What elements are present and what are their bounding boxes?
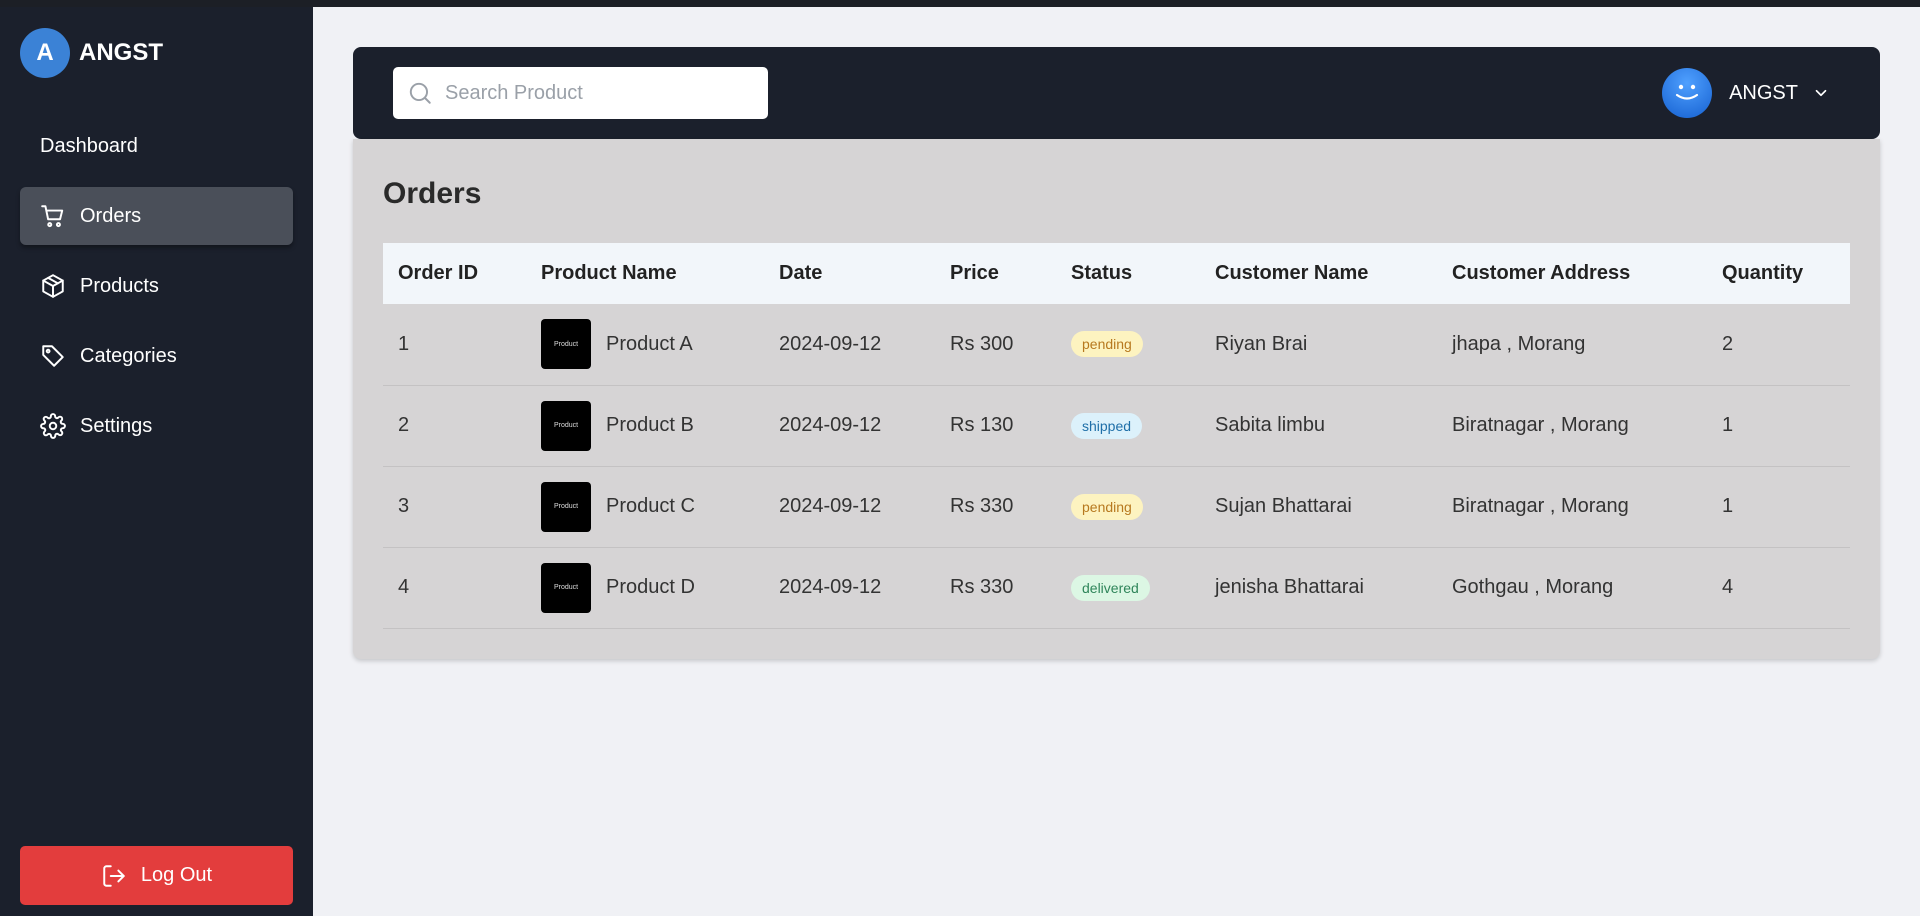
column-header[interactable]: Price xyxy=(935,243,1056,304)
customer-address: Biratnagar , Morang xyxy=(1452,495,1629,517)
product-cell: Product Product A xyxy=(526,304,764,385)
column-header[interactable]: Product Name xyxy=(526,243,764,304)
status-cell: shipped xyxy=(1056,385,1200,466)
top-bar: ANGST xyxy=(353,47,1880,139)
search-input[interactable] xyxy=(443,80,757,106)
order-price: Rs 300 xyxy=(950,332,1014,355)
smiley-face-icon xyxy=(1675,84,1699,100)
customer-address: Gothgau , Morang xyxy=(1452,576,1614,598)
customer-address: jhapa , Morang xyxy=(1452,332,1586,355)
sidebar-item-label: Settings xyxy=(80,414,153,437)
order-price: Rs 130 xyxy=(950,414,1014,436)
order-price: Rs 330 xyxy=(950,576,1014,598)
sidebar-item-label: Products xyxy=(80,274,159,297)
cart-icon xyxy=(41,205,64,228)
table-row[interactable]: 3 Product Product C 2024-09-12 Rs 330 pe… xyxy=(383,466,1850,547)
order-quantity: 1 xyxy=(1722,414,1734,436)
brand[interactable]: A ANGST xyxy=(20,28,163,78)
customer-address: Biratnagar , Morang xyxy=(1452,414,1629,436)
order-id: 4 xyxy=(398,576,410,598)
order-id: 2 xyxy=(398,414,410,436)
order-date: 2024-09-12 xyxy=(779,332,882,355)
order-id: 1 xyxy=(398,332,410,355)
page-title: Orders xyxy=(383,177,482,210)
tag-icon xyxy=(42,345,64,367)
top-strip xyxy=(0,0,1920,7)
order-id: 3 xyxy=(398,495,410,517)
table-header-row: Order ID Product Name Date Price Status … xyxy=(383,243,1850,304)
product-name: Product B xyxy=(606,414,694,436)
status-badge: delivered xyxy=(1071,574,1150,601)
sidebar-item-label: Categories xyxy=(80,344,177,367)
order-date: 2024-09-12 xyxy=(779,414,882,436)
user-menu[interactable]: ANGST xyxy=(1662,67,1830,119)
product-cell: Product Product B xyxy=(526,385,764,466)
customer-name: jenisha Bhattarai xyxy=(1215,576,1364,598)
order-quantity: 1 xyxy=(1722,495,1734,517)
product-thumbnail[interactable]: Product xyxy=(541,562,591,613)
logout-label: Log Out xyxy=(140,864,213,886)
search-icon xyxy=(409,82,431,104)
status-badge: pending xyxy=(1071,331,1143,358)
sidebar-item-label: Orders xyxy=(80,204,142,227)
column-header[interactable]: Customer Address xyxy=(1437,243,1707,304)
product-cell: Product Product C xyxy=(526,466,764,547)
gear-icon xyxy=(40,413,66,439)
chevron-down-icon xyxy=(1815,89,1827,97)
box-icon xyxy=(42,274,64,298)
orders-card: Orders Order ID Product Name Date Price … xyxy=(353,139,1880,659)
brand-avatar: A xyxy=(20,28,70,78)
sidebar-item-label: Dashboard xyxy=(40,134,138,157)
column-header[interactable]: Quantity xyxy=(1707,243,1850,304)
product-name: Product C xyxy=(606,495,695,517)
customer-name: Riyan Brai xyxy=(1215,332,1308,355)
sidebar-item-settings[interactable]: Settings xyxy=(20,397,293,455)
product-cell: Product Product D xyxy=(526,547,764,628)
order-date: 2024-09-12 xyxy=(779,576,882,598)
search-box[interactable] xyxy=(393,67,768,119)
product-thumbnail[interactable]: Product xyxy=(541,400,591,451)
status-badge: pending xyxy=(1071,493,1143,520)
order-date: 2024-09-12 xyxy=(779,495,882,517)
sidebar: A ANGST Dashboard Orders Products Catego… xyxy=(0,7,313,916)
column-header[interactable]: Date xyxy=(764,243,935,304)
product-name: Product A xyxy=(606,332,693,355)
brand-name: ANGST xyxy=(79,39,163,66)
order-price: Rs 330 xyxy=(950,495,1014,517)
status-badge: shipped xyxy=(1071,412,1143,439)
status-cell: pending xyxy=(1056,304,1200,385)
sidebar-item-orders[interactable]: Orders xyxy=(20,187,293,245)
table-row[interactable]: 1 Product Product A 2024-09-12 Rs 300 pe… xyxy=(383,304,1850,385)
orders-table: Order ID Product Name Date Price Status … xyxy=(383,243,1850,629)
avatar xyxy=(1662,68,1713,118)
sidebar-item-products[interactable]: Products xyxy=(20,257,293,315)
user-name: ANGST xyxy=(1729,81,1798,104)
column-header[interactable]: Status xyxy=(1056,243,1200,304)
sidebar-item-categories[interactable]: Categories xyxy=(20,327,293,385)
status-cell: delivered xyxy=(1056,547,1200,628)
customer-name: Sujan Bhattarai xyxy=(1215,495,1352,517)
sidebar-item-dashboard[interactable]: Dashboard xyxy=(20,117,293,175)
column-header[interactable]: Customer Name xyxy=(1200,243,1437,304)
status-cell: pending xyxy=(1056,466,1200,547)
column-header[interactable]: Order ID xyxy=(383,243,526,304)
logout-button[interactable]: Log Out xyxy=(20,846,293,905)
product-thumbnail[interactable]: Product xyxy=(541,481,591,532)
product-thumbnail[interactable]: Product xyxy=(541,319,591,370)
order-quantity: 4 xyxy=(1722,576,1734,598)
order-quantity: 2 xyxy=(1722,332,1734,355)
table-row[interactable]: 4 Product Product D 2024-09-12 Rs 330 de… xyxy=(383,547,1850,628)
product-name: Product D xyxy=(606,576,695,598)
logout-icon xyxy=(103,864,125,887)
table-row[interactable]: 2 Product Product B 2024-09-12 Rs 130 sh… xyxy=(383,385,1850,466)
customer-name: Sabita limbu xyxy=(1215,414,1326,436)
